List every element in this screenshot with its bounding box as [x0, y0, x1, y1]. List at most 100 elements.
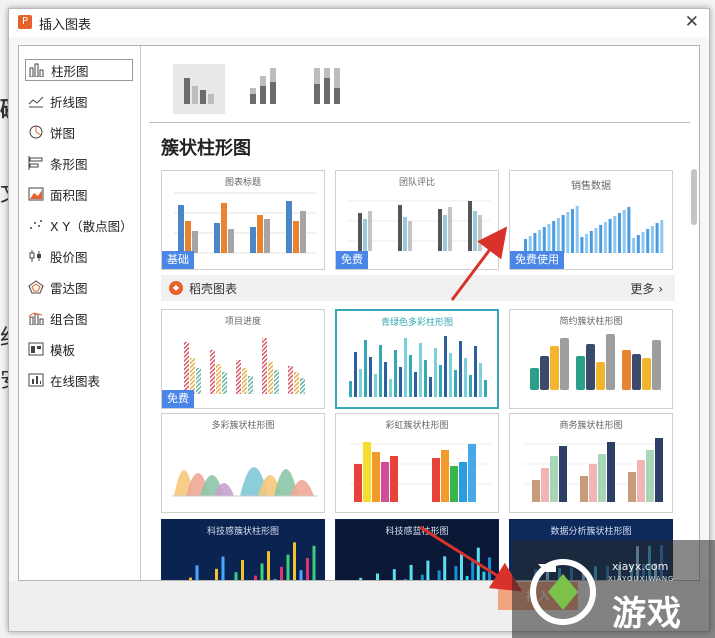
chart-card-rainbow[interactable]: 彩虹簇状柱形图: [335, 413, 499, 513]
thumb-bar: [636, 235, 640, 253]
sidebar-item-template[interactable]: 模板: [25, 338, 133, 360]
thumb-bar: [454, 566, 458, 580]
thumb-bar: [571, 209, 574, 253]
thumb-bar: [479, 363, 482, 397]
thumb-bar: [426, 560, 430, 580]
chart-card-dark-1[interactable]: 科技感簇状柱形图: [161, 519, 325, 580]
online-chart-icon: [28, 373, 44, 387]
thumb-bar: [273, 579, 277, 580]
sidebar-item-pie[interactable]: 饼图: [25, 121, 133, 143]
thumb-bar: [424, 360, 427, 397]
thumb-bar: [267, 551, 270, 580]
badge-free: 免费: [162, 390, 194, 408]
chart-card-bell[interactable]: 多彩簇状柱形图: [161, 413, 325, 513]
chart-card-team[interactable]: 团队评比 免费: [335, 170, 499, 270]
column-chart-icon: [29, 63, 45, 77]
sidebar-item-radar[interactable]: 雷达图: [25, 276, 133, 298]
thumb-bar: [542, 227, 546, 253]
template-icon: [28, 342, 44, 356]
dialog-titlebar: P 插入图表 ✕: [9, 9, 709, 37]
sidebar-item-combo[interactable]: 组合图: [25, 307, 133, 329]
sidebar-item-label: 股价图: [50, 249, 88, 265]
thumb-bar: [434, 348, 437, 397]
thumb-bar: [286, 554, 290, 580]
chart-card-dark-2[interactable]: 科技感蓝柱形图: [335, 519, 499, 580]
thumb-bar: [464, 358, 467, 397]
chart-card-teal[interactable]: 青绿色多彩柱形图: [335, 309, 499, 409]
thumb-bar: [608, 219, 612, 253]
sidebar-item-area[interactable]: 面积图: [25, 183, 133, 205]
thumb-bar: [613, 216, 617, 253]
subtype-percent-stacked-column[interactable]: [301, 64, 353, 114]
thumb-bar: [533, 233, 537, 253]
app-logo-icon: P: [18, 15, 32, 29]
thumb-bar: [603, 222, 607, 253]
badge-basic: 基础: [162, 251, 194, 269]
scrollbar-thumb[interactable]: [691, 169, 697, 225]
pie-chart-icon: [28, 125, 44, 139]
dialog-body: 柱形图 折线图 饼图 条形图 面积图 X Y（散点图） 股价图 雷达图 组合图 …: [18, 45, 700, 581]
sidebar-item-scatter[interactable]: X Y（散点图）: [25, 214, 133, 236]
thumb-bar: [465, 575, 469, 580]
thumb-bar: [404, 338, 407, 397]
sidebar-item-label: 模板: [50, 342, 76, 358]
thumb-bar: [444, 336, 447, 397]
sidebar-item-label: 组合图: [50, 311, 88, 327]
thumb-bar: [655, 223, 659, 253]
close-icon[interactable]: ✕: [685, 12, 699, 32]
chart-card-sales[interactable]: 销售数据 免费使用: [509, 170, 673, 270]
thumb-bar: [376, 573, 379, 580]
thumb-bar: [409, 564, 413, 580]
thumb-bar: [469, 375, 472, 397]
watermark-name: 游戏: [612, 594, 682, 634]
card-thumbnail: [349, 336, 487, 397]
scatter-chart-icon: [28, 218, 44, 232]
thumb-bar: [641, 232, 645, 253]
thumb-bar: [293, 542, 296, 580]
dialog-title: 插入图表: [39, 18, 92, 33]
thumb-bar: [632, 238, 636, 253]
thumb-bar: [404, 579, 407, 580]
more-label: 更多: [630, 282, 655, 296]
thumb-bar: [580, 237, 584, 253]
scrollbar[interactable]: [689, 163, 699, 578]
thumb-bar: [419, 343, 422, 397]
sidebar-item-label: 折线图: [50, 94, 88, 110]
more-link[interactable]: 更多 ›: [630, 280, 663, 297]
thumb-bar: [594, 228, 598, 253]
badge-free-use: 免费使用: [510, 251, 564, 269]
thumb-bar: [471, 561, 475, 580]
thumb-bar: [646, 229, 650, 253]
watermark: xiayx.com XIAYOUXIWANG 游戏: [512, 540, 715, 638]
subtype-stacked-column[interactable]: [237, 64, 289, 114]
line-chart-icon: [28, 94, 44, 108]
chart-card-rounded[interactable]: 简约簇状柱形图: [509, 309, 673, 409]
thumb-bar: [561, 215, 565, 253]
thumb-bar: [359, 577, 363, 580]
sidebar-item-label: 柱形图: [51, 63, 89, 79]
chart-card-striped[interactable]: 项目进度 免费: [161, 309, 325, 409]
chart-card-basic[interactable]: 图表标题 基础: [161, 170, 325, 270]
thumb-bar: [599, 225, 603, 253]
thumb-bar: [439, 365, 442, 397]
thumb-bar: [234, 572, 238, 580]
section-title: 簇状柱形图: [161, 138, 251, 159]
sidebar-item-line[interactable]: 折线图: [25, 90, 133, 112]
chart-card-pastel[interactable]: 商务簇状柱形图: [509, 413, 673, 513]
thumb-bar: [215, 568, 218, 580]
thumb-bar: [312, 545, 316, 580]
thumb-bar: [589, 231, 593, 253]
subtype-clustered-column[interactable]: [173, 64, 225, 114]
insert-chart-dialog: P 插入图表 ✕ 柱形图 折线图 饼图 条形图 面积图 X Y（散点图） 股价图…: [8, 8, 710, 632]
sidebar-item-column[interactable]: 柱形图: [25, 59, 133, 81]
watermark-url: xiayx.com: [612, 560, 669, 573]
sidebar-item-online[interactable]: 在线图表: [25, 369, 133, 391]
thumb-bar: [392, 569, 396, 580]
thumb-bar: [299, 570, 303, 580]
thumb-bar: [474, 346, 477, 397]
thumb-bar: [280, 566, 283, 580]
card-thumbnail: [189, 542, 316, 580]
thumb-bar: [195, 565, 199, 580]
sidebar-item-stock[interactable]: 股价图: [25, 245, 133, 267]
sidebar-item-bar[interactable]: 条形图: [25, 152, 133, 174]
